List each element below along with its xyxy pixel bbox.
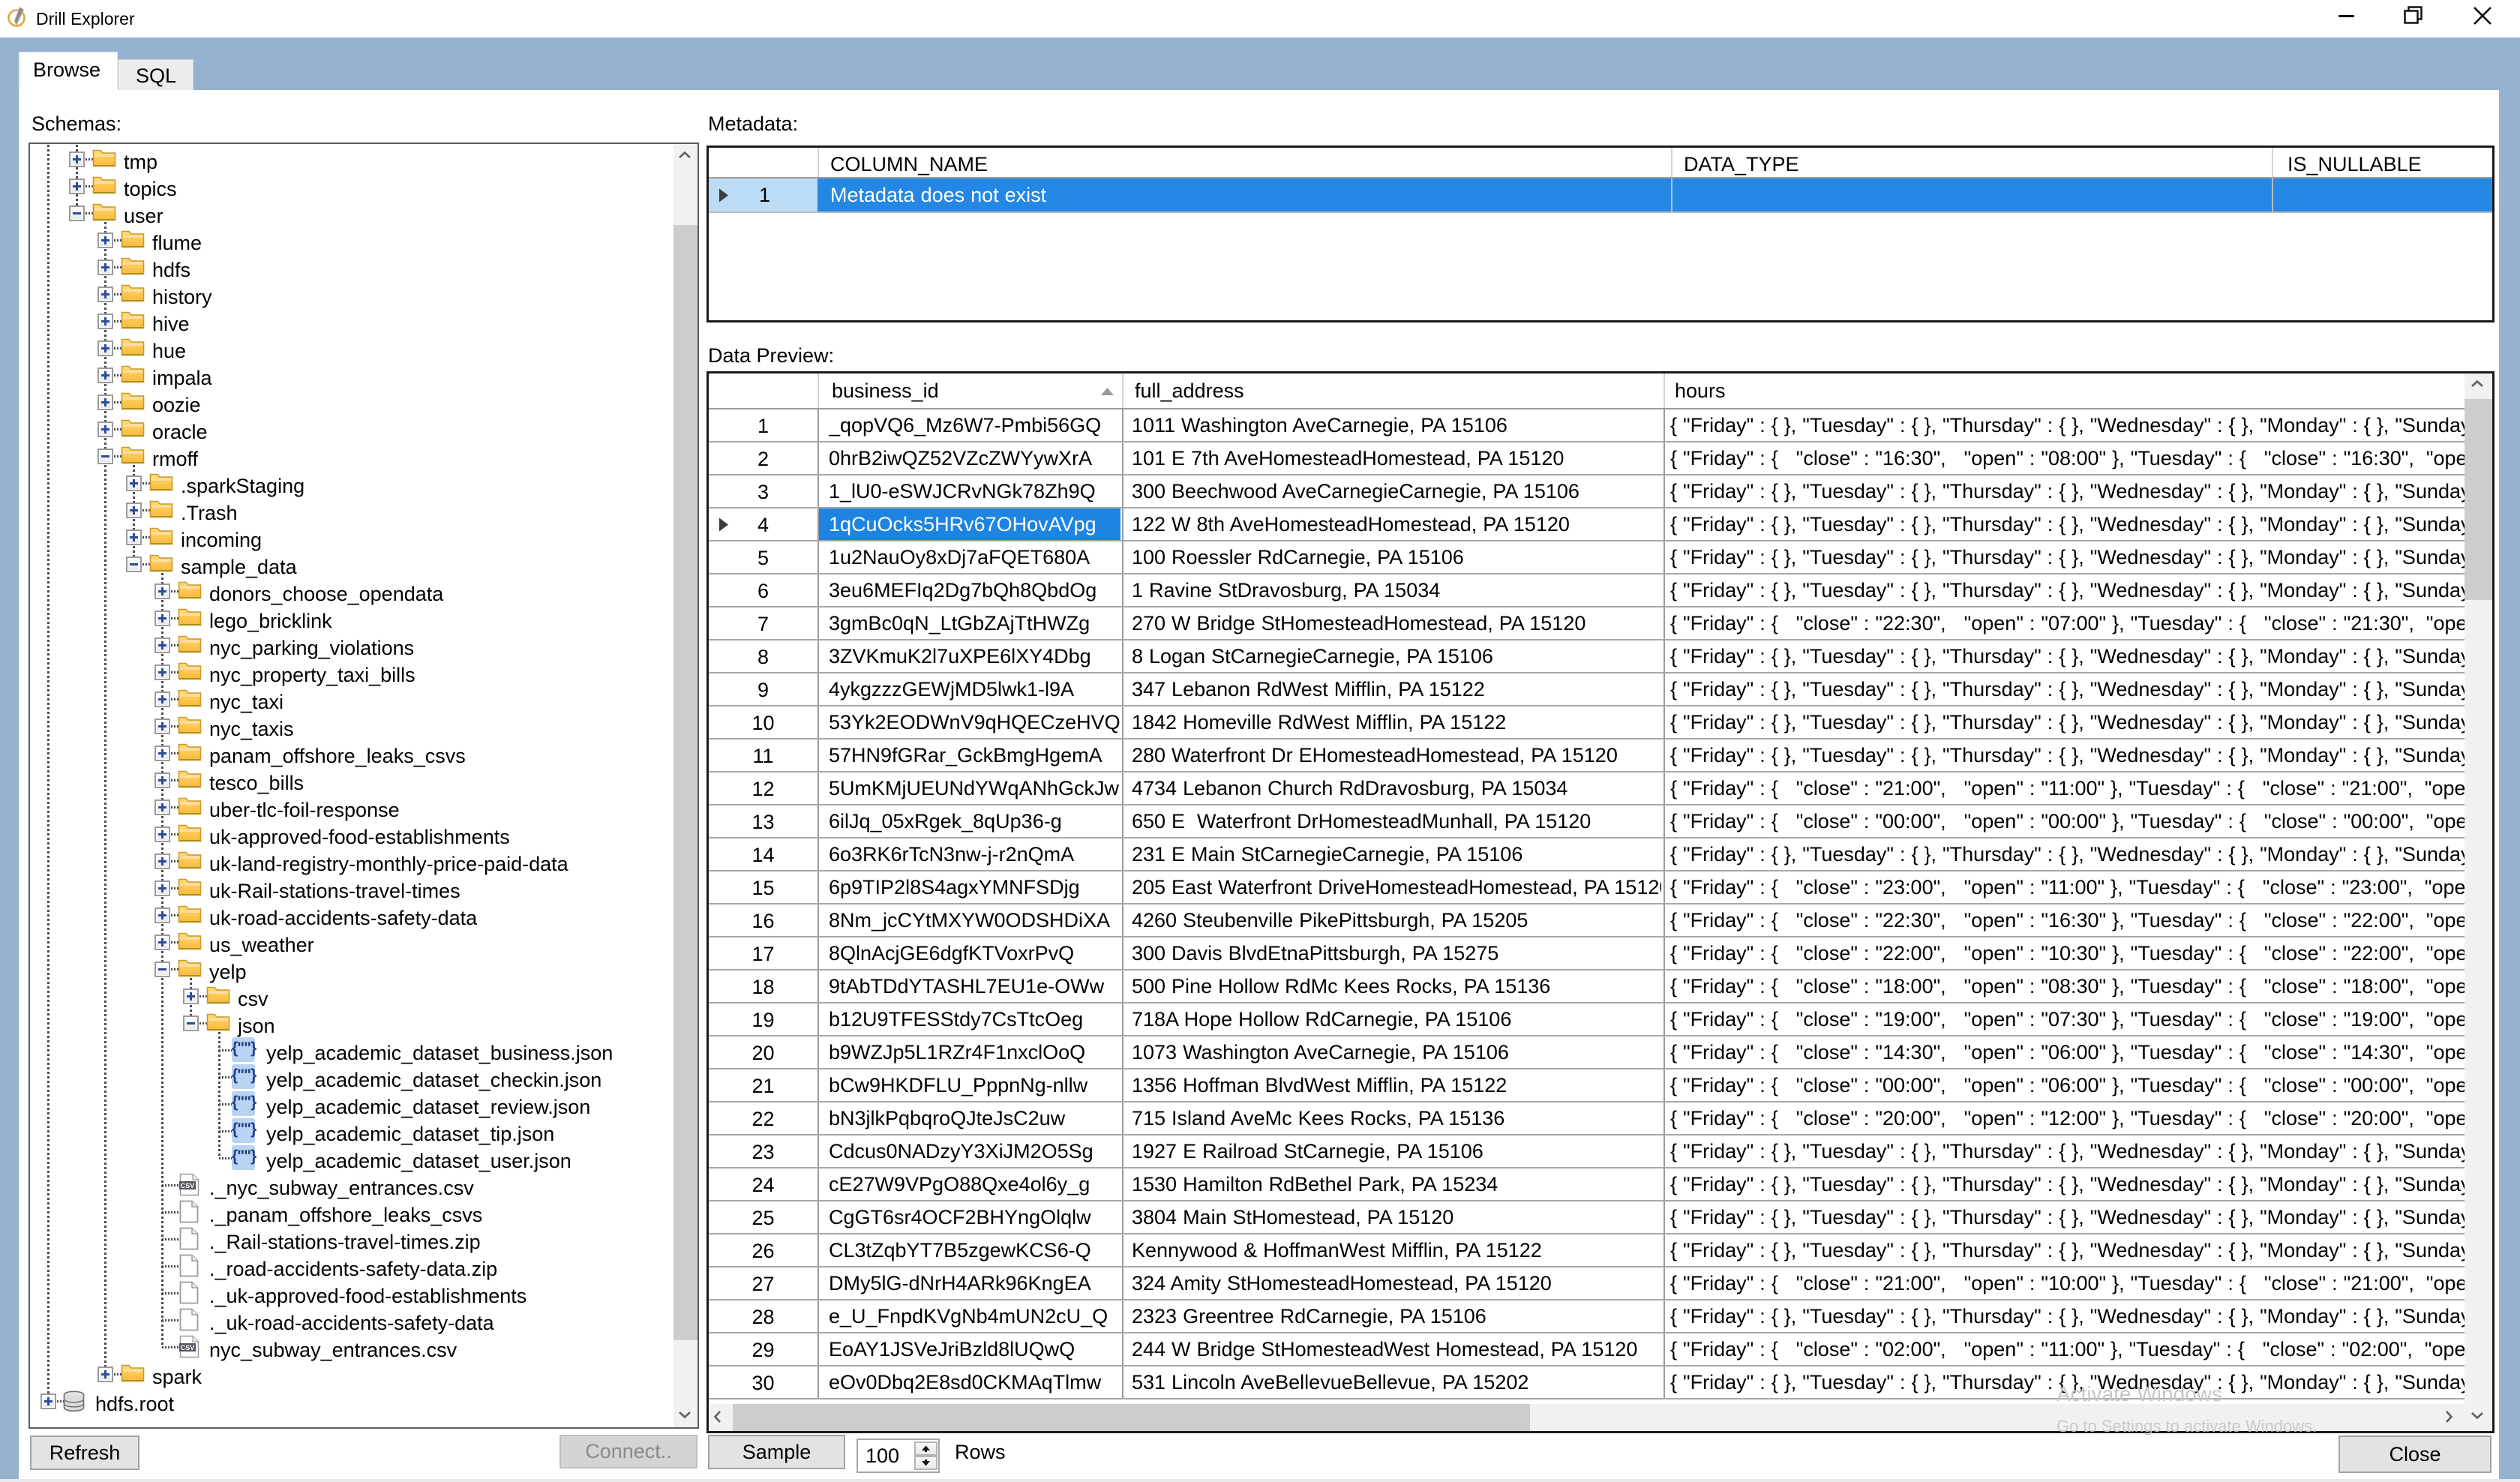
svg-text:CSV: CSV xyxy=(181,1344,195,1352)
svg-text:CSV: CSV xyxy=(181,1182,195,1190)
